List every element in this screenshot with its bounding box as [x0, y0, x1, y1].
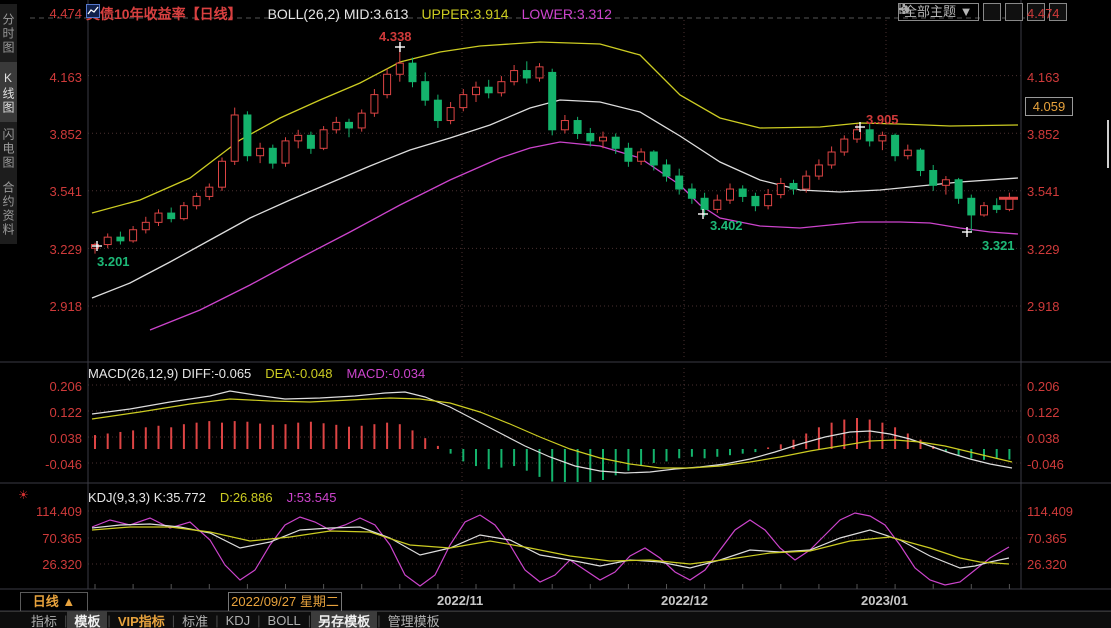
x-axis-month-label: 2022/11: [437, 593, 483, 608]
fit-center-icon[interactable]: [983, 3, 1001, 21]
x-axis-month-label: 2023/01: [861, 593, 908, 608]
high-price-annotation: 3.905: [866, 112, 899, 127]
chart-canvas[interactable]: [0, 0, 1111, 628]
y-axis-label: 0.038: [28, 431, 82, 446]
tab-indicator[interactable]: 指标: [24, 611, 64, 628]
kdj-settings-sun-icon[interactable]: ☀: [18, 488, 29, 502]
y-axis-label: 3.541: [28, 184, 82, 199]
chevron-down-icon: ▼: [960, 4, 973, 19]
y-axis-label: 26.320: [28, 557, 82, 572]
compress-axis-icon[interactable]: [1005, 3, 1023, 21]
boll-upper-label: UPPER:3.914: [421, 6, 508, 22]
y-axis-label: 0.122: [1027, 405, 1081, 420]
boll-lower-label: LOWER:3.312: [522, 6, 612, 22]
y-axis-label: 114.409: [1027, 504, 1081, 519]
y-axis-label: -0.046: [28, 457, 82, 472]
y-axis-label: 4.474: [28, 6, 82, 21]
start-date-box: 2022/09/27 星期二: [228, 592, 342, 612]
sidebar-item-kline[interactable]: K线图: [0, 62, 17, 124]
low-price-annotation: 3.321: [982, 238, 1015, 253]
kdj-header: KDJ(9,3,3) K:35.772 D:26.886 J:53.545: [88, 490, 336, 505]
tab-template[interactable]: 模板: [67, 611, 107, 628]
low-price-annotation: 3.402: [710, 218, 743, 233]
x-axis-month-label: 2022/12: [661, 593, 708, 608]
tab-boll[interactable]: BOLL: [261, 613, 308, 628]
right-scrollbar-thumb[interactable]: [1107, 120, 1109, 168]
y-axis-label: 3.541: [1027, 184, 1081, 199]
y-axis-label: 4.163: [28, 70, 82, 85]
y-axis-label: 114.409: [28, 504, 82, 519]
tab-save-template[interactable]: 另存模板: [311, 611, 377, 628]
symbol-title: 美债10年收益率【日线】: [86, 4, 242, 24]
chart-header: 美债10年收益率【日线】 BOLL(26,2) MID:3.613 UPPER:…: [86, 4, 612, 24]
period-selector[interactable]: 日线 ▲: [20, 592, 88, 612]
y-axis-label: 26.320: [1027, 557, 1081, 572]
triangle-up-icon: ▲: [62, 594, 75, 609]
y-axis-label: 3.852: [1027, 127, 1081, 142]
macd-title: MACD(26,12,9) DIFF:-0.065: [88, 366, 251, 381]
y-axis-label: 0.038: [1027, 431, 1081, 446]
y-axis-label: 0.206: [28, 379, 82, 394]
y-axis-label: 2.918: [28, 299, 82, 314]
macd-macd-value: MACD:-0.034: [347, 366, 426, 381]
y-axis-label: 70.365: [28, 531, 82, 546]
tab-kdj[interactable]: KDJ: [219, 613, 258, 628]
macd-dea-value: DEA:-0.048: [265, 366, 332, 381]
tab-manage-template[interactable]: 管理模板: [381, 611, 447, 628]
sidebar-item-time[interactable]: 分时图: [0, 4, 17, 64]
y-axis-label: 0.122: [28, 405, 82, 420]
kdj-d-value: D:26.886: [220, 490, 273, 505]
bottom-tabbar: 指标|模板|VIP指标|标准|KDJ|BOLL|另存模板|管理模板: [0, 611, 1111, 628]
y-axis-label: 70.365: [1027, 531, 1081, 546]
y-axis-label: 3.229: [1027, 242, 1081, 257]
kdj-j-value: J:53.545: [287, 490, 337, 505]
y-axis-label: 4.474: [1027, 6, 1081, 21]
y-axis-label: 3.229: [28, 242, 82, 257]
boll-mid-label: BOLL(26,2) MID:3.613: [268, 6, 409, 22]
y-axis-label: 0.206: [1027, 379, 1081, 394]
tab-standard[interactable]: 标准: [175, 611, 215, 628]
y-axis-label: -0.046: [1027, 457, 1081, 472]
last-price-box: 4.059: [1025, 97, 1073, 116]
theme-dropdown[interactable]: 全部主题 ▼: [898, 3, 979, 21]
low-price-annotation: 3.201: [97, 254, 130, 269]
kdj-title: KDJ(9,3,3) K:35.772: [88, 490, 206, 505]
high-price-annotation: 4.338: [379, 29, 412, 44]
tab-vip-indicator[interactable]: VIP指标: [111, 611, 172, 628]
sidebar-item-contract-info[interactable]: 合约资料: [0, 174, 17, 244]
macd-header: MACD(26,12,9) DIFF:-0.065 DEA:-0.048 MAC…: [88, 366, 425, 381]
trading-app-window: 分时图K线图闪电图合约资料 美债10年收益率【日线】 BOLL(26,2) MI…: [0, 0, 1111, 628]
sidebar-item-flash[interactable]: 闪电图: [0, 122, 17, 176]
y-axis-label: 2.918: [1027, 299, 1081, 314]
y-axis-label: 4.163: [1027, 70, 1081, 85]
y-axis-label: 3.852: [28, 127, 82, 142]
